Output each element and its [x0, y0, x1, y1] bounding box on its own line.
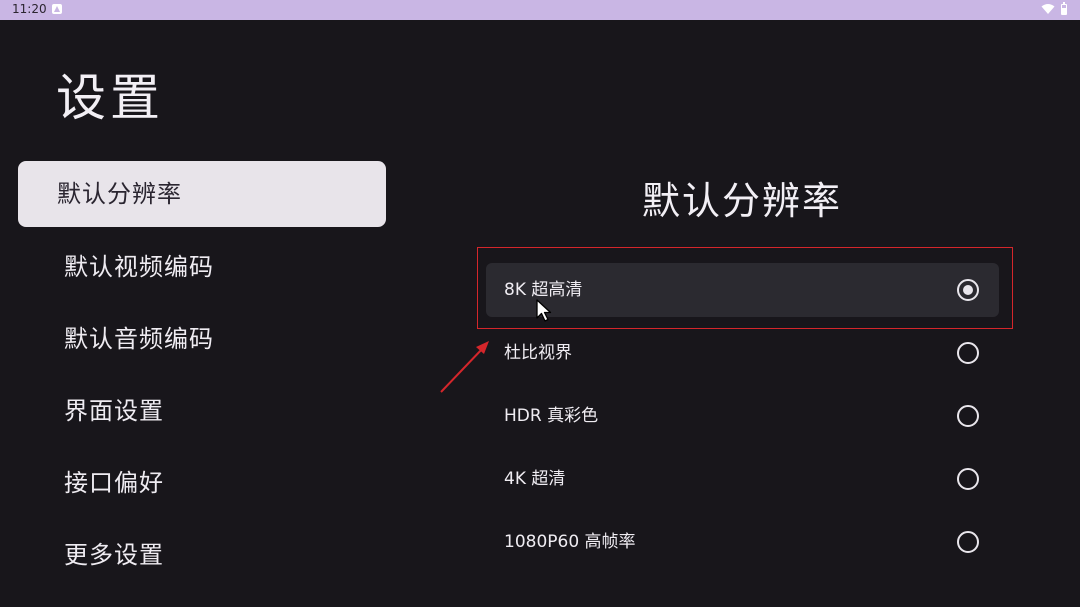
- sidebar-item-label: 默认视频编码: [64, 253, 214, 281]
- radio-checked-icon[interactable]: [957, 279, 979, 301]
- option-dolby-vision[interactable]: 杜比视界: [486, 326, 999, 380]
- option-1080p60-high-framerate[interactable]: 1080P60 高帧率: [486, 515, 999, 569]
- status-bar: 11:20: [0, 0, 1080, 20]
- option-4k-hd[interactable]: 4K 超清: [486, 452, 999, 506]
- status-time: 11:20: [12, 2, 47, 16]
- sidebar-item-more-settings[interactable]: 更多设置: [18, 522, 386, 588]
- sidebar-item-default-video-codec[interactable]: 默认视频编码: [18, 234, 386, 300]
- radio-icon[interactable]: [957, 468, 979, 490]
- radio-icon[interactable]: [957, 531, 979, 553]
- page-title: 设置: [56, 69, 164, 127]
- option-label: 1080P60 高帧率: [504, 532, 636, 552]
- option-label: HDR 真彩色: [504, 406, 599, 426]
- sidebar-item-label: 接口偏好: [64, 469, 164, 497]
- sidebar-item-default-audio-codec[interactable]: 默认音频编码: [18, 306, 386, 372]
- sidebar-item-label: 界面设置: [64, 397, 164, 425]
- wifi-icon: [1041, 4, 1055, 14]
- radio-icon[interactable]: [957, 405, 979, 427]
- annotation-arrow: [440, 341, 489, 393]
- sidebar-item-label: 更多设置: [64, 541, 164, 569]
- mouse-cursor: [536, 299, 552, 322]
- battery-icon: [1061, 2, 1067, 15]
- sidebar-item-default-resolution[interactable]: 默认分辨率: [18, 161, 386, 227]
- option-label: 4K 超清: [504, 469, 566, 489]
- radio-icon[interactable]: [957, 342, 979, 364]
- panel-title: 默认分辨率: [642, 179, 843, 223]
- option-8k-uhd[interactable]: 8K 超高清: [486, 263, 999, 317]
- sidebar-item-interface-preference[interactable]: 接口偏好: [18, 450, 386, 516]
- notification-a-icon: [52, 4, 62, 14]
- sidebar-item-interface-settings[interactable]: 界面设置: [18, 378, 386, 444]
- option-label: 杜比视界: [504, 343, 572, 363]
- sidebar-item-label: 默认分辨率: [57, 180, 182, 208]
- sidebar-item-label: 默认音频编码: [64, 325, 214, 353]
- option-hdr-true-color[interactable]: HDR 真彩色: [486, 389, 999, 443]
